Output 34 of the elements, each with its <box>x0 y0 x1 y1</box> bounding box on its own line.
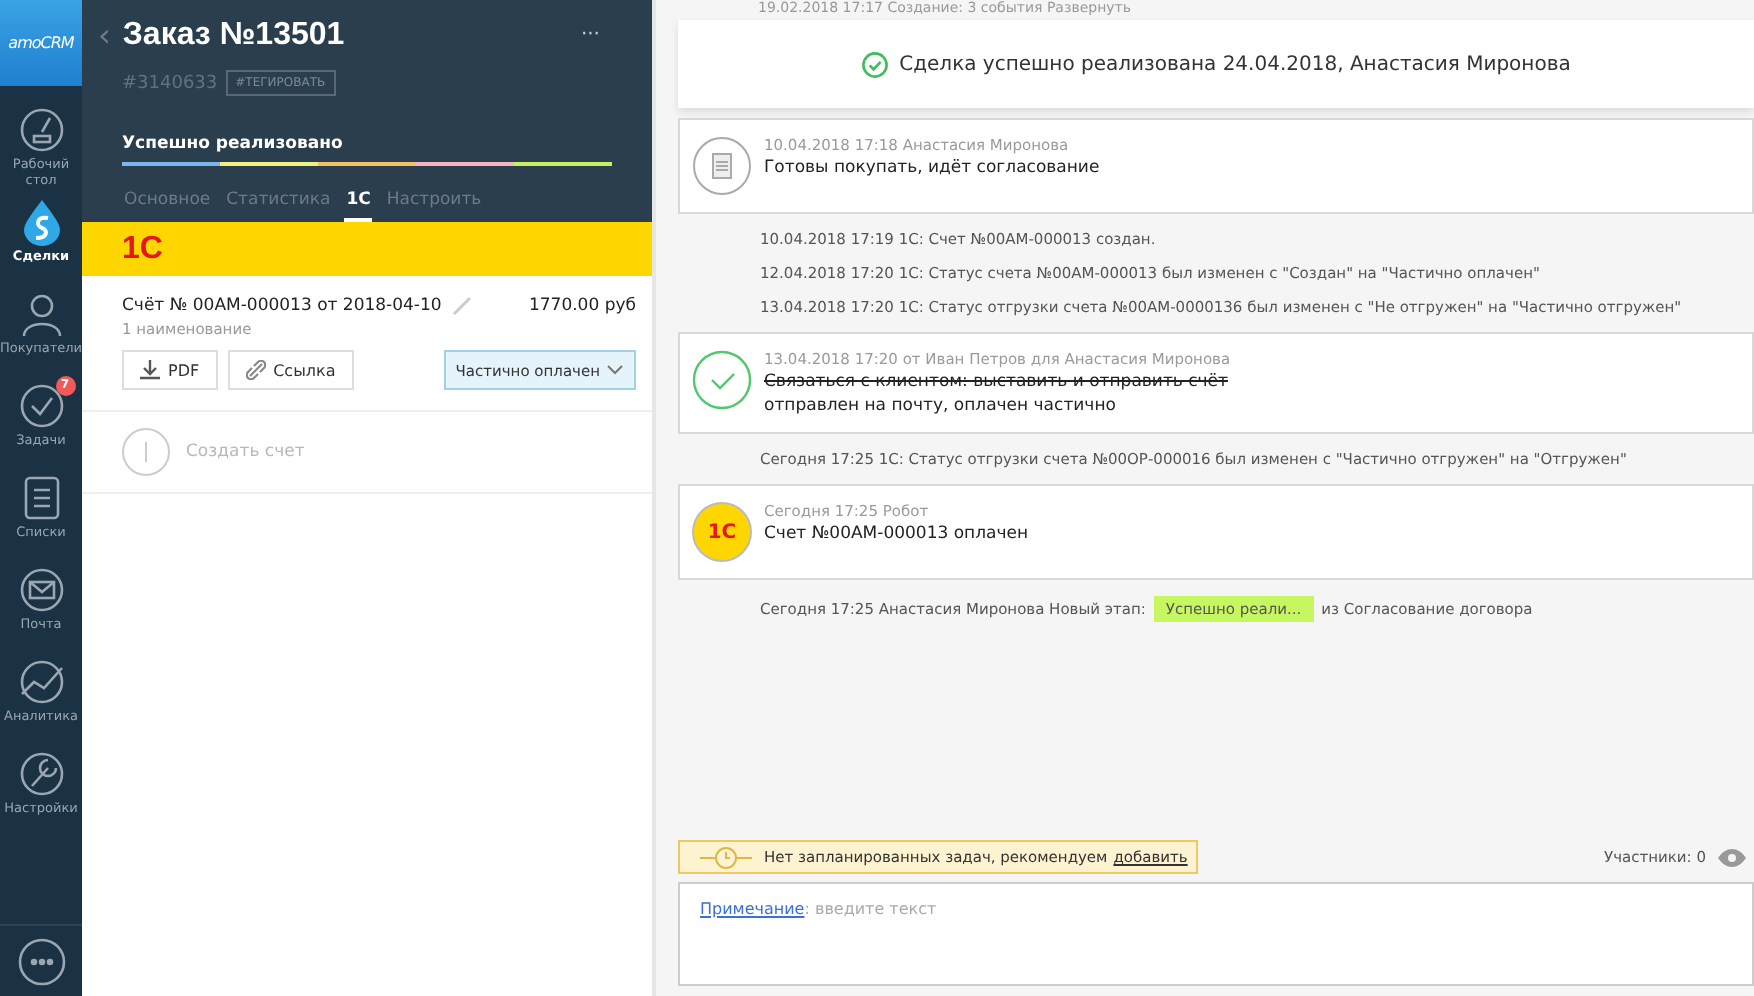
entry-text: отправлен на почту, оплачен частично <box>764 396 1118 416</box>
stage-name: Успешно реализовано <box>120 132 345 158</box>
success-message: Сделка успешно реализована 24.04.2018, Анастасия Миронова <box>899 53 1571 75</box>
plus-circle-icon <box>122 428 170 476</box>
wrench-icon <box>17 750 65 798</box>
link-icon <box>245 360 266 380</box>
invoice-title: Счёт № 00АМ-000013 от 2018-04-10 <box>122 296 442 316</box>
link-button[interactable]: Ссылка <box>227 350 354 390</box>
download-icon <box>140 360 160 380</box>
logo[interactable]: amoCRM <box>0 0 82 86</box>
chevron-down-icon <box>606 364 624 376</box>
entry-text: Готовы покупать, идёт согласование <box>764 158 1100 178</box>
placeholder-text: : введите текст <box>804 900 937 918</box>
integration-logo: 1С <box>122 231 163 267</box>
eye-icon <box>1718 847 1746 867</box>
pencil-icon <box>451 296 472 316</box>
integration-logo: 1С <box>692 502 752 562</box>
gauge-icon <box>17 106 65 154</box>
check-circle-icon <box>861 51 888 77</box>
deal-title: Заказ №13501 <box>122 17 347 53</box>
note-input-field[interactable]: Примечание: введите текст <box>678 882 1754 986</box>
checkmark-icon <box>17 382 65 430</box>
note-type-link[interactable]: Примечание <box>700 900 805 918</box>
entry-text: Счет №00АМ-000013 оплачен <box>764 524 1029 544</box>
invoice-amount: 1770.00 руб <box>528 296 636 316</box>
clock-icon <box>700 845 752 869</box>
task-title: Связаться с клиентом: выставить и отправить счёт <box>764 372 1230 392</box>
chat-icon <box>15 935 67 987</box>
pdf-button[interactable]: PDF <box>122 350 218 390</box>
document-icon <box>692 136 752 196</box>
more-button[interactable]: ··· <box>568 22 612 48</box>
envelope-icon <box>17 566 65 614</box>
checkmark-circle-icon <box>692 350 752 410</box>
person-icon <box>17 290 65 338</box>
